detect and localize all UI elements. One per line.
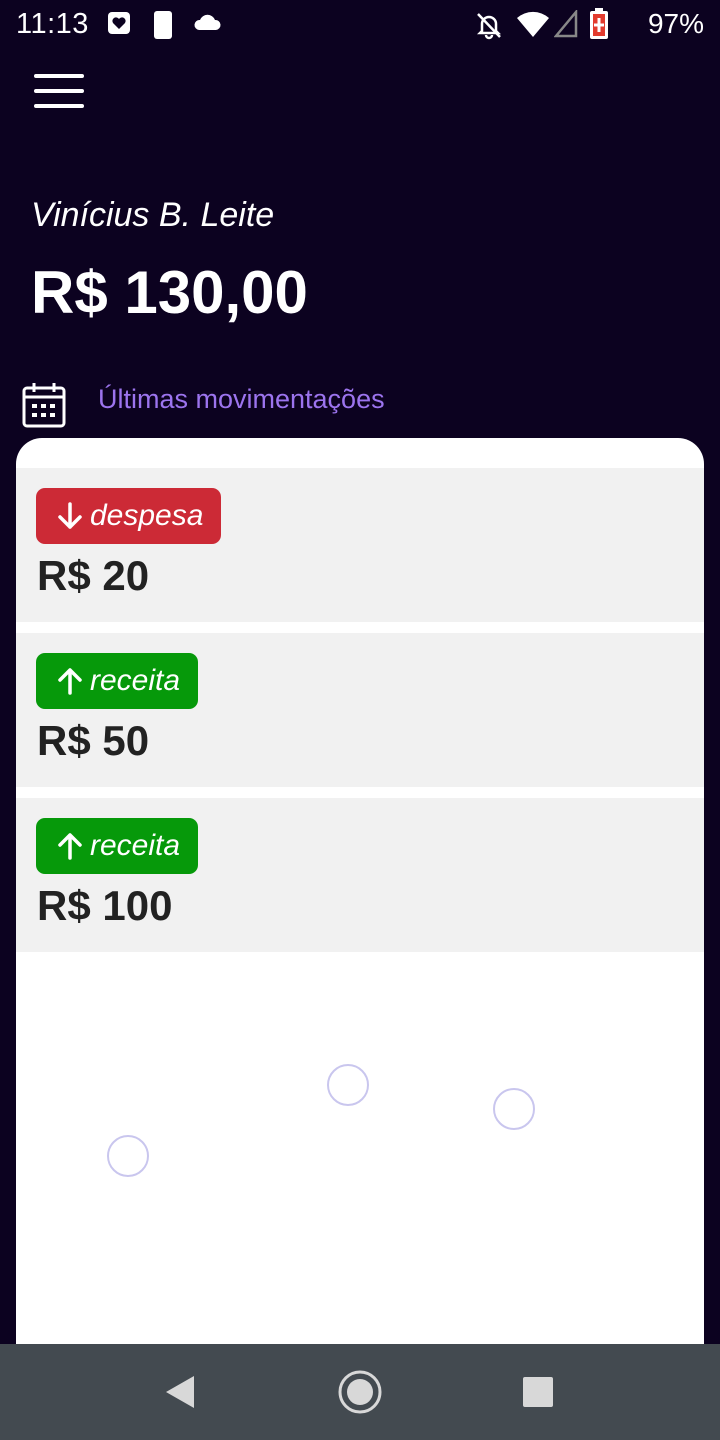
arrow-up-icon: [58, 833, 82, 860]
wifi-icon: [517, 11, 549, 38]
status-bar: 11:13 97%: [0, 0, 720, 52]
transaction-item[interactable]: despesa R$ 20: [16, 468, 704, 622]
touch-indicator: [107, 1135, 149, 1177]
user-name: Vinícius B. Leite: [31, 196, 275, 234]
battery-charging-icon: [590, 8, 608, 39]
transaction-item[interactable]: receita R$ 50: [16, 633, 704, 787]
calendar-icon: [22, 383, 66, 428]
hamburger-menu-icon[interactable]: [34, 70, 86, 112]
phone-moon-icon: [154, 11, 172, 39]
system-nav-bar: [0, 1344, 720, 1440]
transaction-type-label: receita: [90, 829, 181, 862]
account-balance: R$ 130,00: [31, 259, 308, 326]
transaction-list: despesa R$ 20 receita R$ 50 receita R$ 1…: [16, 468, 704, 963]
home-icon[interactable]: [337, 1369, 383, 1415]
back-icon[interactable]: [162, 1374, 198, 1410]
transaction-amount: R$ 50: [37, 717, 150, 764]
transaction-type-badge: receita: [36, 818, 199, 874]
recents-icon[interactable]: [522, 1376, 554, 1408]
section-title: Últimas movimentações: [98, 384, 385, 414]
bell-off-icon: [476, 13, 502, 40]
transaction-type-badge: despesa: [36, 488, 222, 544]
transaction-type-label: receita: [90, 664, 181, 697]
status-time: 11:13: [16, 8, 89, 40]
transaction-amount: R$ 20: [37, 552, 150, 599]
transaction-type-label: despesa: [90, 499, 204, 532]
heart-shield-icon: [108, 12, 130, 34]
touch-indicator: [327, 1064, 369, 1106]
touch-indicator: [493, 1088, 535, 1130]
transaction-type-badge: receita: [36, 653, 199, 709]
signal-icon: [554, 10, 578, 38]
arrow-down-icon: [58, 502, 82, 529]
arrow-up-icon: [58, 668, 82, 695]
battery-percent: 97%: [647, 8, 704, 39]
transactions-card: despesa R$ 20 receita R$ 50 receita R$ 1…: [16, 438, 704, 1358]
transaction-amount: R$ 100: [37, 882, 173, 929]
transaction-item[interactable]: receita R$ 100: [16, 798, 704, 952]
status-system-icons: 97%: [474, 8, 704, 42]
cloud-icon: [194, 14, 221, 30]
